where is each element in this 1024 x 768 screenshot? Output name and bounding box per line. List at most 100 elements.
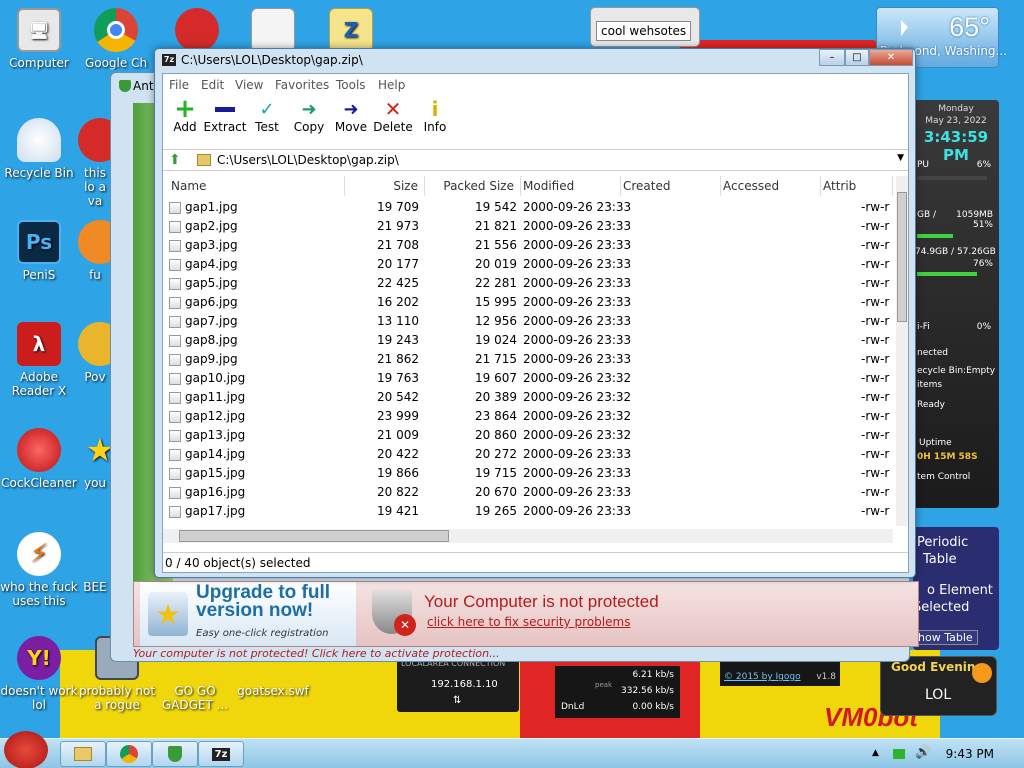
network-tray-icon[interactable] bbox=[893, 749, 905, 759]
search-gadget[interactable]: cool wehsotes bbox=[590, 7, 700, 47]
table-row[interactable]: gap11.jpg 20 542 20 389 2000-09-26 23:32 -rw… bbox=[163, 388, 893, 407]
start-button[interactable] bbox=[4, 731, 48, 768]
horizontal-scrollbar[interactable] bbox=[163, 529, 893, 543]
extract-button[interactable]: Extract bbox=[203, 98, 247, 142]
copy-label: Copy bbox=[293, 120, 325, 134]
file-packed-size: 21 715 bbox=[475, 352, 517, 366]
column-header-accessed[interactable]: Accessed bbox=[721, 176, 821, 196]
add-button[interactable]: + Add bbox=[163, 94, 207, 142]
table-row[interactable]: gap14.jpg 20 422 20 272 2000-09-26 23:33 -rw… bbox=[163, 445, 893, 464]
desktop-icon-chrome[interactable]: Google Ch bbox=[78, 8, 154, 70]
warning-shield-icon: ✕ bbox=[372, 590, 416, 636]
sysmon-uptime: 0H 15M 58S bbox=[917, 452, 978, 462]
taskbar-chrome-button[interactable] bbox=[106, 741, 152, 767]
desktop-icon-recycle-bin[interactable]: Recycle Bin bbox=[0, 118, 78, 180]
horizontal-scroll-thumb[interactable] bbox=[179, 530, 449, 542]
desktop-icon-this-lo[interactable]: this lo a va bbox=[78, 118, 112, 208]
table-row[interactable]: gap3.jpg 21 708 21 556 2000-09-26 23:33 -rw-… bbox=[163, 236, 893, 255]
recycle-bin-icon bbox=[17, 118, 61, 162]
error-x-icon: ✕ bbox=[394, 614, 416, 636]
folder-up-icon[interactable]: ⬆ bbox=[169, 153, 181, 167]
menu-tools[interactable]: Tools bbox=[336, 78, 366, 92]
table-row[interactable]: gap10.jpg 19 763 19 607 2000-09-26 23:32 -rw… bbox=[163, 369, 893, 388]
desktop-icon-computer[interactable]: 🖥 Computer bbox=[0, 8, 78, 70]
minimize-button[interactable]: – bbox=[819, 49, 845, 66]
desktop-icon-you[interactable]: ★ you bbox=[78, 428, 112, 490]
table-row[interactable]: gap17.jpg 19 421 19 265 2000-09-26 23:33 -rw… bbox=[163, 502, 893, 521]
periodic-table-gadget[interactable]: Periodic Table o Element Selected how Ta… bbox=[913, 527, 999, 650]
file-modified: 2000-09-26 23:33 bbox=[523, 466, 632, 480]
file-icon bbox=[169, 449, 181, 461]
vertical-scroll-thumb[interactable] bbox=[897, 192, 907, 322]
show-table-button[interactable]: how Table bbox=[913, 630, 978, 645]
table-row[interactable]: gap6.jpg 16 202 15 995 2000-09-26 23:33 -rw-… bbox=[163, 293, 893, 312]
column-header-name[interactable]: Name bbox=[169, 176, 345, 196]
plus-icon: + bbox=[174, 94, 196, 124]
taskbar-explorer-button[interactable] bbox=[60, 741, 106, 767]
desktop-icon-photoshop[interactable]: Ps PeniS bbox=[0, 220, 78, 282]
close-button[interactable]: ✕ bbox=[869, 49, 913, 66]
test-button[interactable]: ✓ Test bbox=[245, 98, 289, 142]
tray-expand-icon[interactable]: ▲ bbox=[872, 748, 879, 758]
column-header-size[interactable]: Size bbox=[345, 176, 425, 196]
desktop-icon-firefox[interactable]: fu bbox=[78, 220, 112, 282]
maximize-button[interactable]: □ bbox=[845, 49, 869, 66]
column-header-created[interactable]: Created bbox=[621, 176, 721, 196]
table-row[interactable]: gap5.jpg 22 425 22 281 2000-09-26 23:33 -rw-… bbox=[163, 274, 893, 293]
move-button[interactable]: ➜ Move bbox=[329, 98, 373, 142]
taskbar-clock[interactable]: 9:43 PM bbox=[946, 747, 994, 761]
table-row[interactable]: gap2.jpg 21 973 21 821 2000-09-26 23:33 -rw-… bbox=[163, 217, 893, 236]
photoshop-icon: Ps bbox=[17, 220, 61, 264]
desktop-icon-who-uses-this[interactable]: ⚡ who the fuck uses this bbox=[0, 532, 78, 608]
address-bar[interactable]: ⬆ C:\Users\LOL\Desktop\gap.zip\ ▼ bbox=[163, 149, 908, 171]
search-gadget-text[interactable]: cool wehsotes bbox=[596, 21, 692, 41]
firefox-icon bbox=[78, 220, 112, 264]
desktop-icon-pov[interactable]: Pov bbox=[78, 322, 112, 384]
file-icon bbox=[169, 373, 181, 385]
column-header-packed-size[interactable]: Packed Size bbox=[425, 176, 521, 196]
window-titlebar[interactable]: 7z C:\Users\LOL\Desktop\gap.zip\ – □ ✕ bbox=[155, 49, 915, 71]
copyright-text[interactable]: © 2015 by Igogo bbox=[724, 672, 801, 682]
table-row[interactable]: gap12.jpg 23 999 23 864 2000-09-26 23:32 -rw… bbox=[163, 407, 893, 426]
7zip-window[interactable]: 7z C:\Users\LOL\Desktop\gap.zip\ – □ ✕ F… bbox=[154, 48, 916, 578]
network-speed-gadget: peak 6.21 kb/s 332.56 kb/s DnLd 0.00 kb/… bbox=[555, 666, 680, 718]
desktop-icon-label: PeniS bbox=[22, 268, 56, 282]
desktop-icon-label: who the fuck uses this bbox=[0, 580, 78, 608]
fix-security-link[interactable]: click here to fix security problems bbox=[427, 615, 630, 629]
file-name: gap5.jpg bbox=[185, 276, 238, 290]
copy-button[interactable]: ➜ Copy bbox=[287, 98, 331, 142]
desktop-icon-bee[interactable]: BEE bbox=[78, 532, 112, 594]
table-row[interactable]: gap16.jpg 20 822 20 670 2000-09-26 23:33 -rw… bbox=[163, 483, 893, 502]
column-header-attrib[interactable]: Attrib bbox=[821, 176, 893, 196]
table-row[interactable]: gap8.jpg 19 243 19 024 2000-09-26 23:33 -rw-… bbox=[163, 331, 893, 350]
info-button[interactable]: i Info bbox=[413, 97, 457, 142]
menu-view[interactable]: View bbox=[235, 78, 263, 92]
table-row[interactable]: gap13.jpg 21 009 20 860 2000-09-26 23:32 -rw… bbox=[163, 426, 893, 445]
desktop-icon-yahoo[interactable]: Y! doesn't work lol bbox=[0, 636, 78, 712]
menu-file[interactable]: File bbox=[169, 78, 189, 92]
volume-tray-icon[interactable]: 🔊 bbox=[915, 745, 931, 760]
desktop-icon-adobe-reader[interactable]: λ Adobe Reader X bbox=[0, 322, 78, 398]
vertical-scrollbar[interactable] bbox=[896, 176, 908, 526]
menu-favorites[interactable]: Favorites bbox=[275, 78, 329, 92]
chevron-down-icon[interactable]: ▼ bbox=[897, 153, 904, 163]
table-row[interactable]: gap7.jpg 13 110 12 956 2000-09-26 23:33 -rw-… bbox=[163, 312, 893, 331]
table-row[interactable]: gap9.jpg 21 862 21 715 2000-09-26 23:33 -rw-… bbox=[163, 350, 893, 369]
column-header-modified[interactable]: Modified bbox=[521, 176, 621, 196]
menu-help[interactable]: Help bbox=[378, 78, 405, 92]
desktop-icon-label: Google Ch bbox=[84, 56, 148, 70]
menu-edit[interactable]: Edit bbox=[201, 78, 224, 92]
delete-button[interactable]: ✕ Delete bbox=[371, 97, 415, 142]
table-row[interactable]: gap4.jpg 20 177 20 019 2000-09-26 23:33 -rw-… bbox=[163, 255, 893, 274]
table-row[interactable]: gap15.jpg 19 866 19 715 2000-09-26 23:33 -rw… bbox=[163, 464, 893, 483]
speed-dnld-label: DnLd bbox=[561, 702, 585, 712]
file-size: 22 425 bbox=[377, 276, 419, 290]
antivirus-title: Ant bbox=[133, 79, 154, 93]
file-icon bbox=[169, 240, 181, 252]
desktop-icon-cockcleaner[interactable]: CockCleaner bbox=[0, 428, 78, 490]
table-row[interactable]: gap1.jpg 19 709 19 542 2000-09-26 23:33 -rw-… bbox=[163, 198, 893, 217]
activate-protection-link[interactable]: Your computer is not protected! Click he… bbox=[133, 647, 500, 660]
file-name: gap14.jpg bbox=[185, 447, 246, 461]
taskbar-antivirus-button[interactable] bbox=[152, 741, 198, 767]
taskbar-7zip-button[interactable]: 7z bbox=[198, 741, 244, 767]
